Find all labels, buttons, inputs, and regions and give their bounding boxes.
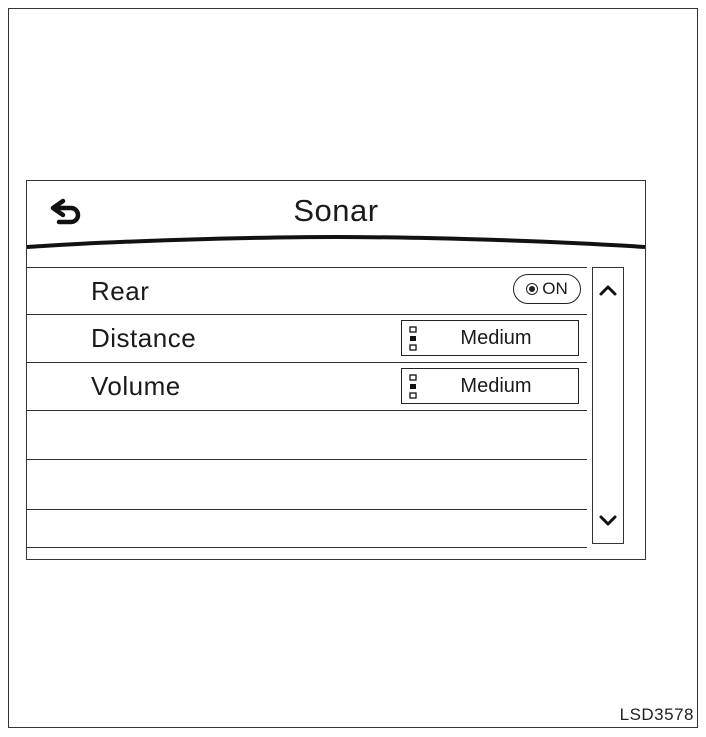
selector-value: Medium [460, 327, 532, 349]
figure-code: LSD3578 [619, 705, 694, 724]
header-divider [27, 234, 645, 249]
scroll-down-button[interactable] [593, 501, 623, 541]
volume-selector[interactable]: Medium [401, 368, 579, 404]
level-indicator-icon [409, 326, 417, 351]
sonar-settings-screen: Sonar Rear ON Distance Medium Volume Med… [26, 180, 646, 560]
list-item-volume[interactable]: Volume Medium [27, 363, 587, 411]
chevron-up-icon [599, 285, 617, 296]
list-item-empty [27, 411, 587, 460]
row-label: Volume [91, 371, 181, 401]
chevron-down-icon [599, 515, 617, 526]
radio-dot-icon [526, 283, 539, 295]
row-label: Rear [91, 276, 150, 306]
selector-value: Medium [460, 375, 532, 397]
row-label: Distance [91, 323, 197, 353]
list-item-rear[interactable]: Rear ON [27, 267, 587, 315]
toggle-state: ON [542, 279, 568, 298]
level-indicator-icon [409, 374, 417, 399]
page-title: Sonar [293, 193, 379, 228]
rear-toggle[interactable]: ON [513, 274, 581, 304]
list-item-empty [27, 460, 587, 510]
list-item-empty [27, 510, 587, 548]
header: Sonar [27, 181, 645, 249]
settings-list: Rear ON Distance Medium Volume Medium [27, 267, 587, 548]
scrollbar[interactable] [592, 267, 624, 544]
distance-selector[interactable]: Medium [401, 320, 579, 356]
list-item-distance[interactable]: Distance Medium [27, 315, 587, 363]
scroll-up-button[interactable] [593, 270, 623, 310]
